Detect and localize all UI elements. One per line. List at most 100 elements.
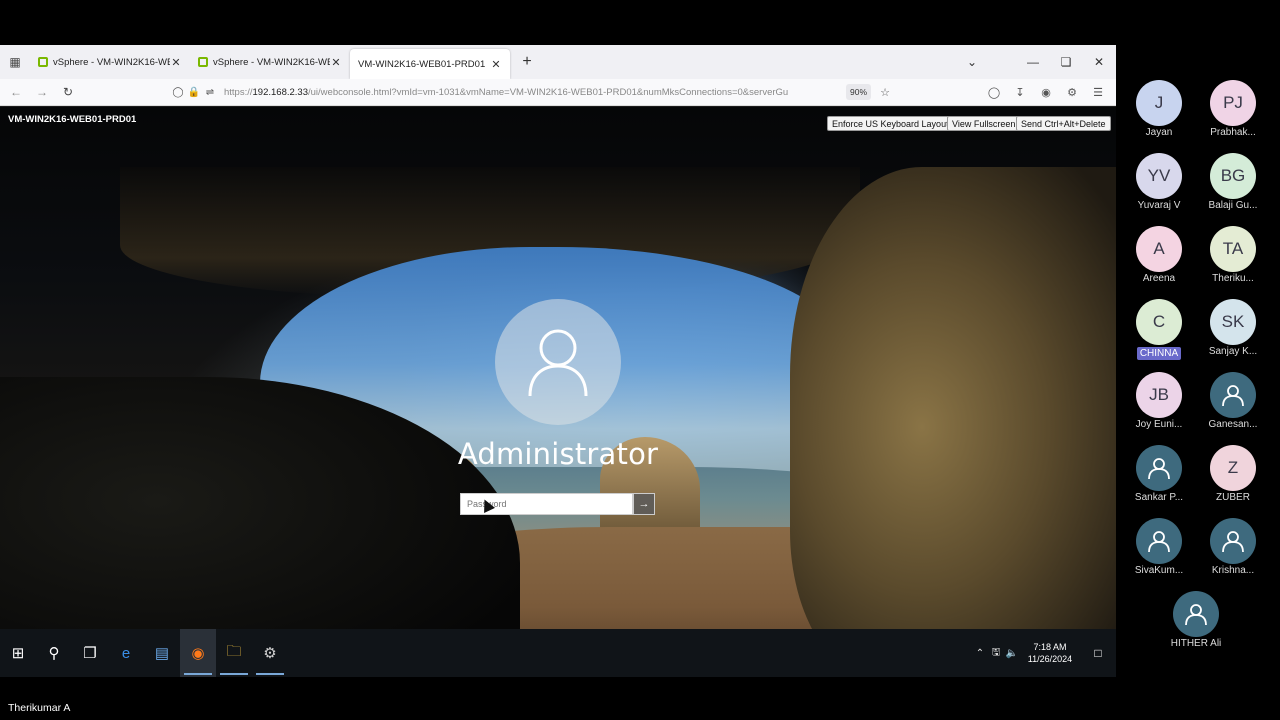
participant-name-row: Areena [1122,273,1196,284]
tab-title: vSphere - VM-WIN2K16-WEB0 [53,56,170,68]
participant-tile[interactable]: Krishna... [1196,518,1270,576]
participant-name: Krishna... [1211,565,1255,576]
participant-name-row: SivaKum... [1122,565,1196,576]
volume-icon[interactable]: 🔈 [1004,648,1020,659]
participant-tile[interactable]: Z ZUBER [1196,445,1270,503]
participant-initials: PJ [1210,80,1256,126]
pocket-icon[interactable]: ◯ [981,79,1007,106]
account-icon[interactable]: ◉ [1033,79,1059,106]
participant-initials: Z [1210,445,1256,491]
participant-initials: J [1136,80,1182,126]
close-tab-icon[interactable]: ✕ [490,58,502,71]
forward-icon[interactable]: → [29,85,55,99]
participant-name: ZUBER [1216,492,1250,503]
participant-tile[interactable]: J Jayan [1122,80,1196,138]
participant-name: Jayan [1145,127,1173,138]
minimize-button[interactable]: — [1016,45,1050,79]
tab-bar: ▦ vSphere - VM-WIN2K16-WEB0 ✕ vSphere - … [0,45,1116,79]
participant-initials: TA [1210,226,1256,272]
nav-bar: ← → ↻ ◯ 🔒 ⇌ https://192.168.2.33/ui/webc… [0,79,1116,106]
close-tab-icon[interactable]: ✕ [330,56,342,69]
participant-initials: YV [1136,153,1182,199]
participant-name: Prabhak... [1210,127,1256,138]
firefox-icon[interactable]: ◉ [180,629,216,677]
extensions-icon[interactable]: ⚙ [1059,79,1085,106]
participant-tile[interactable]: C CHINNA [1122,299,1196,363]
notifications-icon[interactable]: □ [1080,646,1116,660]
presenter-name: Therikumar A [8,702,71,714]
participant-name: Theriku... [1212,273,1254,284]
reload-icon[interactable]: ↻ [55,85,81,99]
taskbar: ⊞ ⚲ ❐ e ▤ ◉ 🗀 ⚙ ⌃ 🖫 🔈 7:18 AM 11/26/2024… [0,629,1116,677]
restore-button[interactable]: ❏ [1049,45,1083,79]
close-tab-icon[interactable]: ✕ [170,56,182,69]
download-icon[interactable]: ↧ [1007,79,1033,106]
participant-tile[interactable]: JB Joy Euni... [1122,372,1196,430]
participant-name: Sankar P... [1134,492,1184,503]
participant-tile[interactable]: Ganesan... [1196,372,1270,430]
back-icon[interactable]: ← [3,85,29,99]
url-text: https://192.168.2.33/ui/webconsole.html?… [224,87,789,98]
menu-icon[interactable]: ☰ [1085,79,1111,106]
participant-tile[interactable]: TA Theriku... [1196,226,1270,284]
participant-name: Balaji Gu... [1208,200,1258,211]
tab-title: VM-WIN2K16-WEB01-PRD01 [358,58,486,70]
vm-console[interactable]: VM-WIN2K16-WEB01-PRD01 Enforce US Keyboa… [0,107,1116,677]
zoom-level[interactable]: 90% [846,84,872,100]
windows-start-icon[interactable]: ⊞ [0,629,36,677]
login-screen: Administrator → [0,107,1116,677]
network-tray-icon[interactable]: 🖫 [988,645,1004,662]
participant-initials: JB [1136,372,1182,418]
participant-tile[interactable]: A Areena [1122,226,1196,284]
tools-icon[interactable]: ⚙ [252,629,288,677]
close-window-button[interactable]: ✕ [1082,45,1116,79]
submit-arrow-button[interactable]: → [633,493,655,515]
tab-title: vSphere - VM-WIN2K16-WEB0 [213,56,330,68]
task-view-icon[interactable]: ❐ [72,629,108,677]
participant-name: HITHER Ali [1170,638,1222,649]
participant-initials: A [1136,226,1182,272]
tab-vsphere-2[interactable]: vSphere - VM-WIN2K16-WEB0 ✕ [190,45,350,79]
participant-name: Areena [1142,273,1176,284]
server-manager-icon[interactable]: ▤ [144,629,180,677]
chevron-up-icon[interactable]: ⌃ [972,648,988,659]
participant-name-row: Prabhak... [1196,127,1270,138]
participant-tile[interactable]: YV Yuvaraj V [1122,153,1196,211]
participant-initials: C [1136,299,1182,345]
participant-tile[interactable]: PJ Prabhak... [1196,80,1270,138]
participant-name-row: Joy Euni... [1122,419,1196,430]
participant-name-row: Sanjay K... [1196,346,1270,357]
lock-icon: 🔒 [187,87,201,98]
file-explorer-icon[interactable]: 🗀 [216,629,252,677]
participant-name-row: Theriku... [1196,273,1270,284]
participant-tile[interactable]: HITHER Ali [1159,591,1233,649]
url-bar[interactable]: ◯ 🔒 ⇌ https://192.168.2.33/ui/webconsole… [170,82,870,103]
participant-avatar [1136,518,1182,564]
clock[interactable]: 7:18 AM 11/26/2024 [1020,641,1080,665]
participant-tile[interactable]: Sankar P... [1122,445,1196,503]
new-tab-button[interactable]: + [510,53,544,71]
participant-initials: BG [1210,153,1256,199]
participant-tile[interactable]: SK Sanjay K... [1196,299,1270,357]
tab-list-icon[interactable]: ▦ [0,45,30,79]
clock-date: 11/26/2024 [1027,654,1073,664]
permissions-icon: ⇌ [205,87,215,98]
internet-explorer-icon[interactable]: e [108,629,144,677]
screen: ▦ vSphere - VM-WIN2K16-WEB0 ✕ vSphere - … [0,0,1280,720]
vsphere-favicon-icon [198,57,208,67]
person-icon [1222,385,1244,407]
bookmark-star-icon[interactable]: ☆ [872,79,898,106]
participant-name-row: Ganesan... [1196,419,1270,430]
participant-tile[interactable]: BG Balaji Gu... [1196,153,1270,211]
tab-vm-console[interactable]: VM-WIN2K16-WEB01-PRD01 ✕ [350,49,510,79]
person-icon [1148,458,1170,480]
search-icon[interactable]: ⚲ [36,629,72,677]
list-all-tabs-icon[interactable]: ⌄ [955,45,989,79]
participant-name: SivaKum... [1134,565,1184,576]
tab-vsphere-1[interactable]: vSphere - VM-WIN2K16-WEB0 ✕ [30,45,190,79]
participant-tile[interactable]: SivaKum... [1122,518,1196,576]
participants-panel: J Jayan PJ Prabhak... YV Yuvaraj V BG Balaji Gu… [1116,0,1280,677]
person-icon [1222,531,1244,553]
login-username: Administrator [457,437,659,471]
participant-name-row: CHINNA [1122,346,1196,363]
